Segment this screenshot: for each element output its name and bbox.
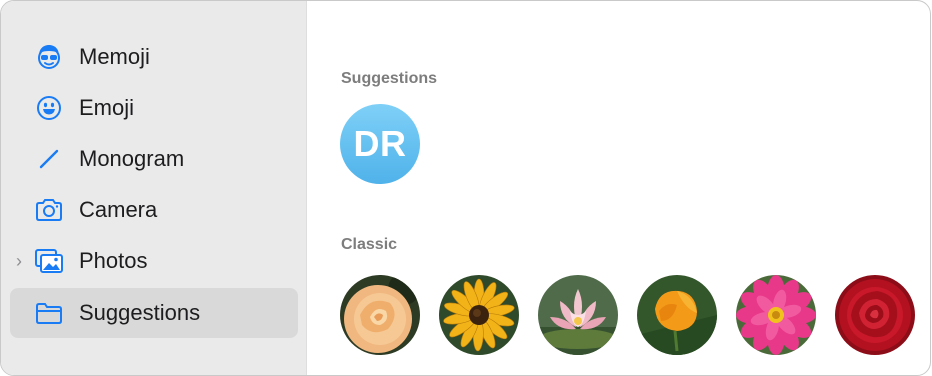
classic-avatar-california-poppy[interactable] xyxy=(637,275,717,355)
classic-avatar-zinnia[interactable] xyxy=(736,275,816,355)
monogram-initials: DR xyxy=(353,123,407,164)
sidebar-item-camera[interactable]: Camera xyxy=(10,185,298,235)
emoji-icon xyxy=(34,93,64,123)
memoji-icon xyxy=(34,42,64,72)
black-eyed-susan-image xyxy=(439,275,519,355)
classic-avatar-black-eyed-susan[interactable] xyxy=(439,275,519,355)
picture-picker-window: Memoji Emoji Monogram Camera › Photos Su… xyxy=(0,0,931,376)
chevron-right-icon[interactable]: › xyxy=(16,251,22,272)
pencil-icon xyxy=(34,144,64,174)
sidebar-item-label: Monogram xyxy=(79,146,185,171)
section-title-classic: Classic xyxy=(341,236,398,253)
sidebar-item-label: Camera xyxy=(79,197,158,222)
camera-icon xyxy=(34,195,64,225)
folder-icon xyxy=(34,298,64,328)
sidebar-item-emoji[interactable]: Emoji xyxy=(10,83,298,133)
monogram-avatar[interactable]: DR xyxy=(340,104,420,184)
photos-icon xyxy=(34,246,64,276)
main-content: Suggestions DR Classic xyxy=(308,1,930,375)
sidebar-item-label: Emoji xyxy=(79,95,135,120)
sidebar-item-photos[interactable]: › Photos xyxy=(10,236,298,286)
classic-avatar-rose-orange[interactable] xyxy=(340,275,420,355)
sidebar-item-suggestions[interactable]: Suggestions xyxy=(10,288,298,338)
sidebar-item-label: Photos xyxy=(79,248,148,273)
classic-avatar-rose-red[interactable] xyxy=(835,275,915,355)
sidebar-item-memoji[interactable]: Memoji xyxy=(10,32,298,82)
water-lily-image xyxy=(538,275,618,355)
california-poppy-image xyxy=(637,275,717,355)
sidebar-item-label: Memoji xyxy=(79,44,150,69)
sidebar-item-monogram[interactable]: Monogram xyxy=(10,134,298,184)
rose-orange-image xyxy=(340,275,420,355)
section-title-suggestions: Suggestions xyxy=(341,70,438,87)
zinnia-image xyxy=(736,275,816,355)
classic-avatar-water-lily[interactable] xyxy=(538,275,618,355)
sidebar: Memoji Emoji Monogram Camera › Photos Su… xyxy=(1,1,307,375)
rose-red-image xyxy=(835,275,915,355)
sidebar-item-label: Suggestions xyxy=(79,300,201,325)
